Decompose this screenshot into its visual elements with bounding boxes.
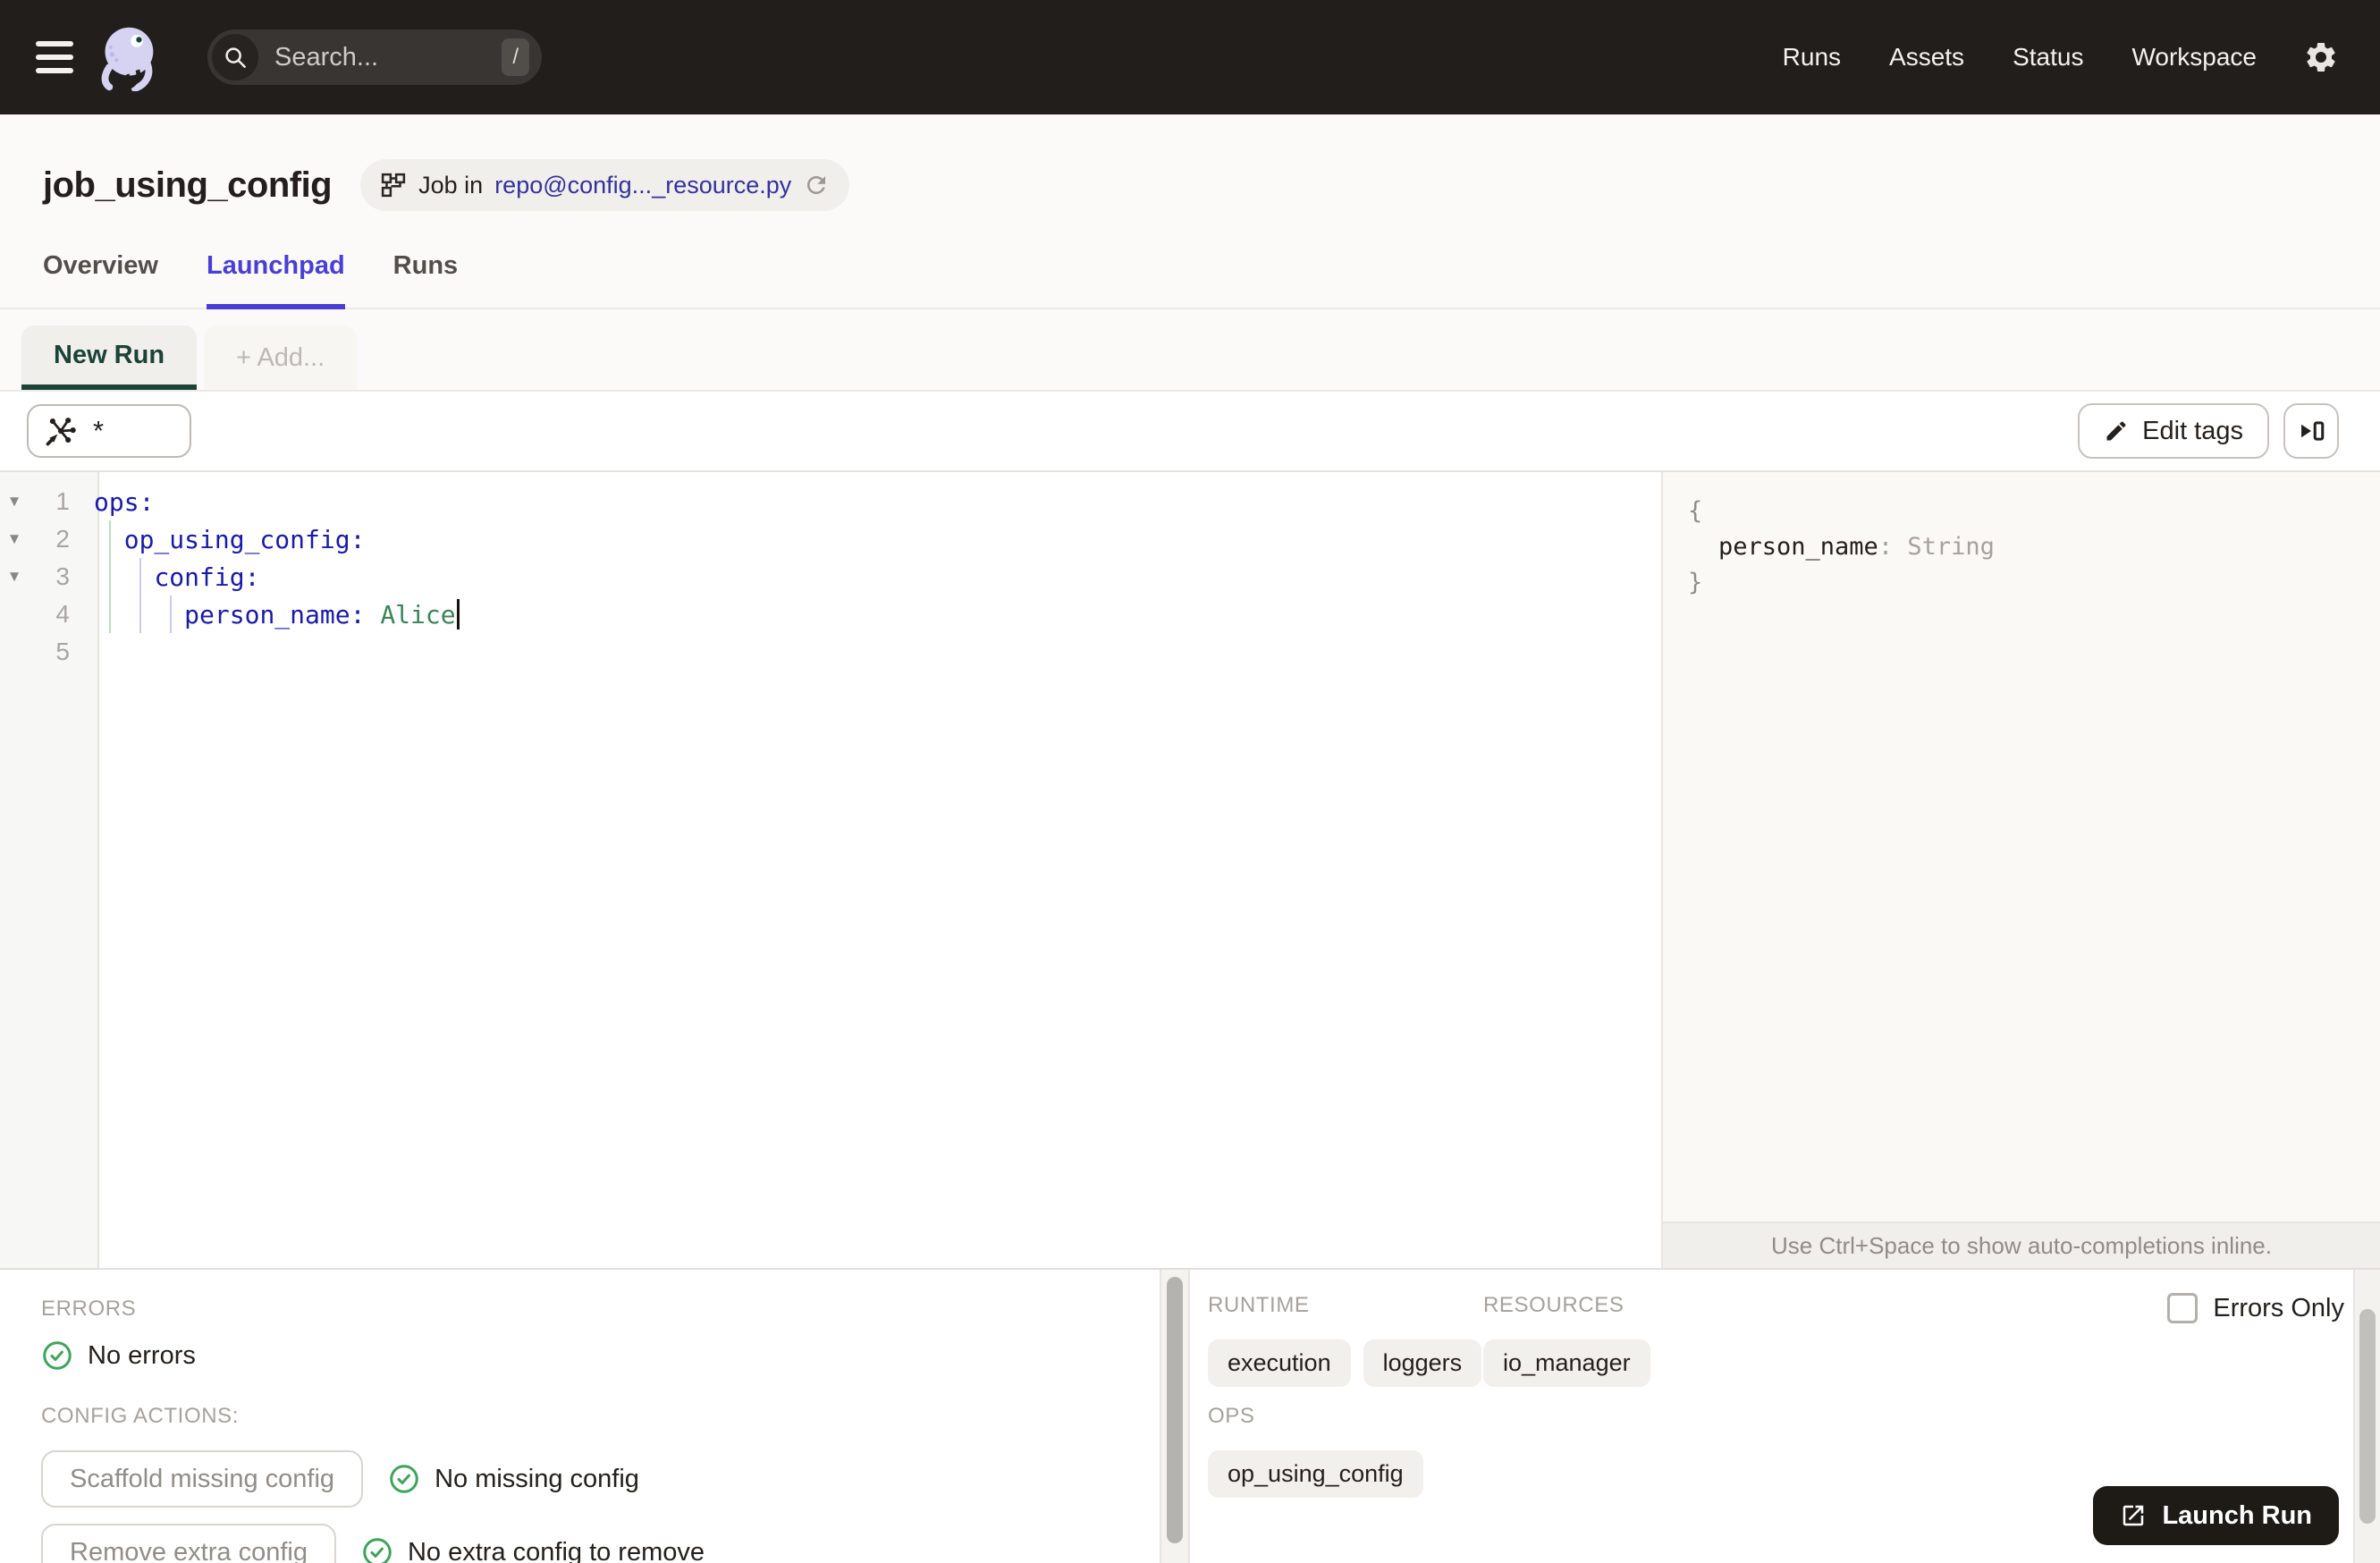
octopus-logo-icon bbox=[101, 27, 154, 91]
repo-link[interactable]: repo@config..._resource.py bbox=[494, 172, 791, 199]
search-input[interactable] bbox=[273, 41, 502, 73]
no-errors-status: No errors bbox=[41, 1339, 1160, 1372]
schema-open-brace: { bbox=[1688, 497, 1703, 525]
nav-link-workspace[interactable]: Workspace bbox=[2131, 43, 2257, 72]
session-tabs: New Run + Add... bbox=[0, 309, 2380, 392]
check-circle-icon bbox=[43, 1341, 72, 1370]
ops-label: OPS bbox=[1208, 1404, 1255, 1428]
job-graph-icon bbox=[382, 173, 406, 198]
dagit-launchpad-app: / Runs Assets Status Workspace job_using… bbox=[0, 0, 2380, 1563]
check-circle-icon bbox=[363, 1538, 392, 1563]
launch-icon bbox=[2123, 1505, 2144, 1526]
page-header: job_using_config Job in repo@config..._r… bbox=[0, 114, 2380, 224]
remove-extra-config-button[interactable]: Remove extra config bbox=[41, 1524, 336, 1563]
launch-run-button[interactable]: Launch Run bbox=[2093, 1486, 2339, 1545]
top-nav-links: Runs Assets Status Workspace bbox=[1783, 43, 2257, 72]
resources-block: RESOURCES io_manager bbox=[1483, 1293, 1650, 1387]
resources-label: RESOURCES bbox=[1483, 1293, 1625, 1317]
autocomplete-hint: Use Ctrl+Space to show auto-completions … bbox=[1663, 1221, 2380, 1268]
bottom-drawer: ERRORS No errors CONFIG ACTIONS: Scaffol… bbox=[0, 1268, 2380, 1563]
config-editor[interactable]: ▼ 1 ops: ▼ 2 op_using_config: ▼ 3 config… bbox=[0, 472, 1661, 1268]
errors-panel: ERRORS No errors CONFIG ACTIONS: Scaffol… bbox=[0, 1270, 1160, 1563]
remove-action-row: Remove extra config No extra config to r… bbox=[41, 1524, 1160, 1563]
line-number: 1 bbox=[55, 487, 70, 515]
badge-prefix: Job in bbox=[418, 171, 484, 199]
runtime-tag[interactable]: execution bbox=[1208, 1339, 1351, 1387]
editor-line: 4 person_name: Alice bbox=[0, 596, 1661, 633]
editor-line: ▼ 1 ops: bbox=[0, 483, 1661, 520]
menu-button[interactable] bbox=[36, 41, 73, 73]
add-session-tab-button[interactable]: + Add... bbox=[204, 325, 358, 390]
editor-line: 5 bbox=[0, 633, 1661, 671]
fold-arrow-icon[interactable]: ▼ bbox=[0, 530, 29, 548]
schema-close-brace: } bbox=[1688, 569, 1703, 596]
drawer-scrollbar[interactable] bbox=[1160, 1270, 1190, 1563]
top-nav: / Runs Assets Status Workspace bbox=[0, 0, 2380, 114]
search-bar[interactable]: / bbox=[207, 30, 542, 85]
line-number: 5 bbox=[55, 638, 70, 665]
nav-link-assets[interactable]: Assets bbox=[1889, 43, 1964, 72]
expand-panel-button[interactable] bbox=[2283, 403, 2339, 459]
op-selector-value: * bbox=[93, 415, 105, 446]
errors-section-label: ERRORS bbox=[41, 1297, 137, 1321]
settings-button[interactable] bbox=[2303, 39, 2339, 75]
resource-tag[interactable]: io_manager bbox=[1483, 1339, 1650, 1387]
ops-block: OPS op_using_config bbox=[1208, 1404, 1423, 1498]
runtime-block: RUNTIME execution loggers bbox=[1208, 1293, 1482, 1387]
line-number: 2 bbox=[55, 525, 70, 553]
no-extra-config-status: No extra config to remove bbox=[361, 1536, 705, 1563]
editor-line: ▼ 2 op_using_config: bbox=[0, 520, 1661, 558]
errors-only-toggle[interactable]: Errors Only bbox=[2167, 1293, 2344, 1323]
errors-only-checkbox[interactable] bbox=[2167, 1293, 2199, 1323]
scrollbar-thumb[interactable] bbox=[2359, 1309, 2376, 1524]
launchpad-toolbar: * Edit tags bbox=[0, 392, 2380, 472]
dagster-logo[interactable] bbox=[97, 23, 165, 91]
runtime-label: RUNTIME bbox=[1208, 1293, 1310, 1317]
schema-code: { person_name: String } bbox=[1663, 472, 2380, 601]
line-number: 4 bbox=[55, 600, 70, 628]
check-circle-icon bbox=[390, 1465, 418, 1493]
refresh-icon bbox=[807, 175, 826, 194]
nav-link-status[interactable]: Status bbox=[2013, 43, 2083, 72]
pencil-icon bbox=[2106, 421, 2126, 441]
play-panel-icon bbox=[2301, 421, 2325, 441]
reload-repo-button[interactable] bbox=[803, 172, 830, 199]
line-number: 3 bbox=[55, 562, 70, 590]
runtime-tag[interactable]: loggers bbox=[1363, 1339, 1482, 1387]
run-preview-panel: RUNTIME execution loggers RESOURCES io_m… bbox=[1190, 1270, 2380, 1563]
config-schema-panel: { person_name: String } Use Ctrl+Space t… bbox=[1661, 472, 2380, 1268]
search-icon bbox=[212, 34, 258, 80]
editor-lines: ▼ 1 ops: ▼ 2 op_using_config: ▼ 3 config… bbox=[0, 472, 1661, 671]
job-origin-badge: Job in repo@config..._resource.py bbox=[360, 159, 850, 211]
schema-field-row[interactable]: person_name: String bbox=[1718, 529, 2380, 565]
scaffold-missing-config-button[interactable]: Scaffold missing config bbox=[41, 1450, 364, 1508]
tab-launchpad[interactable]: Launchpad bbox=[206, 224, 345, 309]
preview-scrollbar[interactable] bbox=[2353, 1270, 2380, 1563]
edit-tags-label: Edit tags bbox=[2142, 416, 2243, 445]
editor-line: ▼ 3 config: bbox=[0, 558, 1661, 596]
op-graph-icon bbox=[46, 418, 76, 446]
tab-overview[interactable]: Overview bbox=[43, 224, 158, 308]
job-tabs: Overview Launchpad Runs bbox=[0, 224, 2380, 309]
scaffold-action-row: Scaffold missing config No missing confi… bbox=[41, 1450, 1160, 1508]
config-actions-label: CONFIG ACTIONS: bbox=[41, 1404, 240, 1428]
fold-arrow-icon[interactable]: ▼ bbox=[0, 568, 29, 586]
op-selector-input[interactable]: * bbox=[27, 404, 191, 458]
nav-link-runs[interactable]: Runs bbox=[1783, 43, 1841, 72]
gear-icon bbox=[2307, 42, 2335, 72]
fold-arrow-icon[interactable]: ▼ bbox=[0, 493, 29, 511]
edit-tags-button[interactable]: Edit tags bbox=[2078, 403, 2269, 459]
search-shortcut-key: / bbox=[502, 38, 529, 76]
launchpad-main: ▼ 1 ops: ▼ 2 op_using_config: ▼ 3 config… bbox=[0, 472, 2380, 1268]
no-missing-config-status: No missing config bbox=[388, 1463, 639, 1495]
page-title: job_using_config bbox=[43, 165, 333, 205]
toolbar-right: Edit tags bbox=[2078, 403, 2339, 459]
errors-only-label: Errors Only bbox=[2213, 1293, 2344, 1322]
op-tag[interactable]: op_using_config bbox=[1208, 1450, 1423, 1498]
scrollbar-thumb[interactable] bbox=[1167, 1277, 1183, 1543]
text-cursor bbox=[456, 599, 460, 629]
session-tab-new-run[interactable]: New Run bbox=[21, 325, 198, 390]
tab-runs[interactable]: Runs bbox=[393, 224, 459, 308]
